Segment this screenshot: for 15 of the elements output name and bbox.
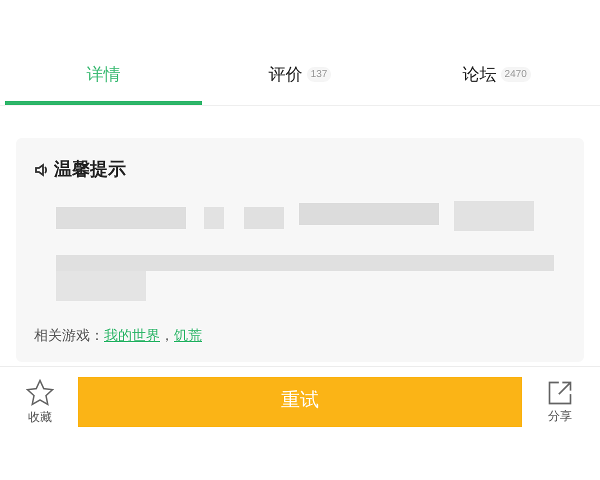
tab-count: 137 [306, 67, 332, 82]
tab-count: 2470 [500, 67, 531, 82]
tab-label: 论坛 [462, 64, 497, 86]
share-button[interactable]: 分享 [540, 378, 580, 424]
tab[interactable]: 论坛 2470 [398, 48, 596, 105]
separator: ， [160, 326, 174, 345]
tab-label: 详情 [86, 64, 120, 86]
notice-title: 温馨提示 [54, 158, 126, 181]
tab[interactable]: 评价 137 [202, 48, 398, 105]
share-icon [546, 378, 574, 406]
tab-label: 评价 [268, 64, 303, 86]
favorite-button[interactable]: 收藏 [20, 378, 60, 426]
star-icon [25, 378, 55, 408]
related-games-label: 相关游戏： [34, 326, 104, 345]
speaker-icon [34, 162, 50, 178]
